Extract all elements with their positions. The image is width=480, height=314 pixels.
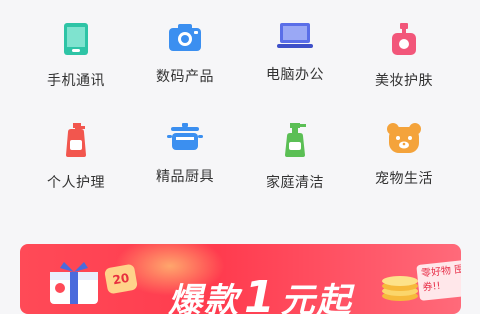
- category-digital[interactable]: 数码产品: [130, 0, 240, 85]
- gift-box-icon: [46, 260, 102, 308]
- pot-icon: [165, 122, 205, 152]
- laptop-icon: [275, 22, 315, 50]
- category-label: 个人护理: [47, 175, 105, 191]
- perfume-icon: [384, 22, 424, 56]
- category-label: 精品厨具: [156, 169, 214, 185]
- phone-icon: [56, 22, 96, 56]
- category-label: 数码产品: [156, 69, 214, 85]
- category-personal-care[interactable]: 个人护理: [21, 100, 131, 191]
- pet-icon: [384, 122, 424, 154]
- promo-tag: 零好物 囤券!!: [416, 259, 461, 301]
- category-label: 美妆护肤: [375, 73, 433, 89]
- category-label: 电脑办公: [266, 67, 324, 83]
- category-kitchen[interactable]: 精品厨具: [130, 100, 240, 185]
- category-beauty[interactable]: 美妆护肤: [349, 0, 459, 89]
- category-computer[interactable]: 电脑办公: [240, 0, 350, 83]
- camera-icon: [165, 22, 205, 52]
- bottle-icon: [56, 122, 96, 158]
- category-label: 家庭清洁: [266, 175, 324, 191]
- category-label: 手机通讯: [47, 73, 105, 89]
- headline-number: 1: [244, 272, 277, 314]
- coupon-ticket: 20: [103, 263, 139, 295]
- promo-banner[interactable]: 20 爆款1 元起 零好物 囤券!!: [20, 244, 461, 314]
- headline-post: 元起: [280, 281, 353, 314]
- category-phone[interactable]: 手机通讯: [21, 0, 131, 89]
- spray-icon: [275, 122, 315, 158]
- banner-headline: 爆款1 元起: [168, 272, 353, 314]
- headline-pre: 爆款: [168, 281, 240, 314]
- category-pet[interactable]: 宠物生活: [349, 100, 459, 187]
- category-label: 宠物生活: [375, 171, 433, 187]
- category-cleaning[interactable]: 家庭清洁: [240, 100, 350, 191]
- coins-icon: [380, 274, 420, 306]
